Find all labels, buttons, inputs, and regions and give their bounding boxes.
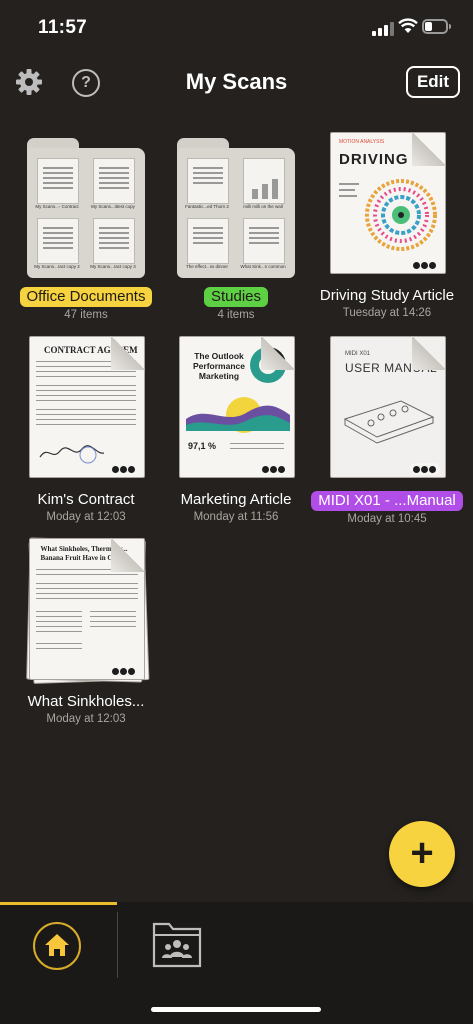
navigation-bar: ? My Scans Edit — [0, 58, 473, 110]
tab-shared[interactable] — [151, 920, 203, 970]
document-thumbnail: MIDI X01 USER MANUAL — [328, 336, 446, 482]
item-subtitle: Monday at 11:56 — [193, 511, 279, 523]
mini-caption: My Scans...ittest copy — [91, 204, 135, 209]
page-title: My Scans — [185, 69, 288, 94]
home-icon — [45, 934, 69, 956]
item-subtitle: Moday at 12:03 — [46, 713, 126, 725]
item-subtitle: Moday at 12:03 — [46, 511, 126, 523]
document-thumbnail: What Sinkholes, Thermody... Banana Fruit… — [26, 537, 150, 684]
tab-home[interactable] — [33, 922, 81, 970]
item-subtitle: 47 items — [64, 309, 108, 321]
item-subtitle: Tuesday at 14:26 — [342, 307, 432, 319]
item-name: Office Documents — [19, 287, 153, 307]
doc-header: MIDI X01 — [345, 351, 371, 357]
edit-button[interactable]: Edit — [406, 66, 460, 98]
document-thumbnail: MOTION ANALYSIS DRIVING — [328, 132, 446, 278]
mini-caption: The effect...ss dinner — [186, 264, 228, 269]
more-options-icon[interactable] — [410, 259, 440, 271]
item-subtitle: 4 items — [217, 309, 255, 321]
more-options-icon[interactable] — [410, 463, 440, 475]
more-options-icon[interactable] — [109, 463, 139, 475]
item-subtitle: Moday at 10:45 — [347, 513, 427, 525]
signature-icon — [39, 445, 105, 464]
more-options-icon[interactable] — [259, 463, 289, 475]
document-kims-contract[interactable]: CONTRACT AGREEM Kim's Contract Moday at … — [10, 336, 162, 523]
document-thumbnail: CONTRACT AGREEM — [27, 336, 145, 482]
doc-title: DRIVING — [339, 151, 409, 168]
item-name: MIDI X01 - ...Manual — [311, 491, 463, 511]
shared-folder-icon — [152, 922, 202, 968]
document-what-sinkholes[interactable]: What Sinkholes, Thermody... Banana Fruit… — [10, 537, 162, 725]
tab-bar — [0, 902, 473, 1024]
folder-thumbnail: My Scans...- Contract My Scans...ittest … — [27, 132, 145, 278]
mini-caption: My Scans...- Contract — [35, 204, 79, 209]
more-options-icon[interactable] — [109, 665, 139, 677]
folder-office-documents[interactable]: My Scans...- Contract My Scans...ittest … — [10, 132, 162, 321]
active-tab-indicator — [0, 902, 117, 905]
home-indicator — [151, 1007, 321, 1012]
status-time: 11:57 — [38, 17, 88, 38]
item-name: Marketing Article — [180, 491, 292, 508]
item-name: Kim's Contract — [37, 491, 135, 508]
wifi-icon — [398, 18, 418, 33]
mini-caption: Fantastic...ed Thorn 2 — [185, 204, 229, 209]
folder-icon: Fantastic...ed Thorn 2 milli milli on th… — [177, 138, 295, 278]
item-name: Studies — [203, 287, 269, 307]
wave-graphic-icon — [186, 397, 290, 433]
doc-header: MOTION ANALYSIS — [339, 139, 385, 145]
folder-thumbnail: Fantastic...ed Thorn 2 milli milli on th… — [177, 132, 295, 278]
infographic-icon — [365, 179, 437, 251]
mini-caption: My Scans...ract copy 3 — [90, 264, 136, 269]
battery-icon — [422, 19, 451, 34]
mini-caption: milli milli on the wall — [243, 204, 283, 209]
device-illustration-icon — [343, 400, 435, 444]
mini-caption: My Scans...ract copy 2 — [34, 264, 80, 269]
mini-caption: What Sink...n common — [240, 264, 286, 269]
doc-title: The Outlook Performance Marketing — [193, 351, 245, 381]
add-scan-button[interactable]: + — [389, 821, 455, 887]
item-name: What Sinkholes... — [27, 693, 145, 710]
folder-studies[interactable]: Fantastic...ed Thorn 2 milli milli on th… — [160, 132, 312, 321]
cellular-signal-icon — [372, 21, 394, 36]
status-bar: 11:57 — [0, 0, 473, 56]
item-name: Driving Study Article — [319, 287, 455, 304]
document-driving-study-article[interactable]: MOTION ANALYSIS DRIVING Driving Study Ar… — [311, 132, 463, 319]
folder-icon: My Scans...- Contract My Scans...ittest … — [27, 138, 145, 278]
document-midi-x01-manual[interactable]: MIDI X01 USER MANUAL MIDI X01 - ...Manua… — [311, 336, 463, 525]
document-thumbnail: The Outlook Performance Marketing 97,1 % — [177, 336, 295, 482]
plus-icon: + — [410, 831, 434, 875]
doc-stat: 97,1 % — [188, 441, 217, 451]
tab-divider — [117, 912, 118, 978]
document-marketing-article[interactable]: The Outlook Performance Marketing 97,1 %… — [160, 336, 312, 523]
